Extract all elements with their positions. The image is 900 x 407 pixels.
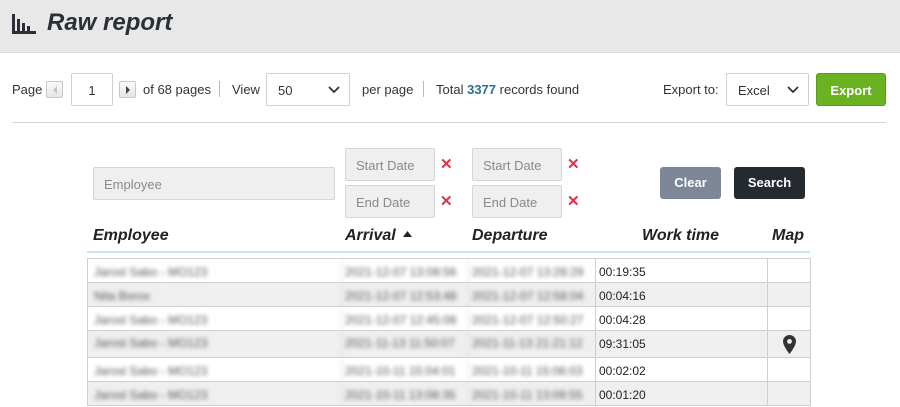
table-row[interactable]: Jarosl Sabo - MO123 2021-12-07 12:45:08 … [88,307,810,331]
work-time-cell: 00:04:28 [595,307,767,330]
end-date-input[interactable]: End Date [345,185,435,218]
chevron-down-icon [787,86,799,94]
table-row[interactable]: Jarosl Sabo - MO123 2021-10-11 15:04:01 … [88,358,810,382]
employee-cell: Jarosl Sabo - MO123 [94,336,208,350]
clear-end-date-icon[interactable]: ✕ [440,194,453,209]
table-row[interactable]: Jarosl Sabo - MO123 2021-11-13 11:50:07 … [88,331,810,358]
map-cell [767,259,810,282]
arrival-cell: 2021-12-07 13:08:56 [341,259,468,282]
map-cell [767,358,810,381]
total-prefix: Total [436,82,464,97]
page-title: Raw report [47,9,173,36]
divider [423,81,424,97]
per-page-label: per page [362,82,414,97]
header-underline [87,251,810,253]
clear-departure-end-date-icon[interactable]: ✕ [567,194,580,209]
export-button[interactable]: Export [816,73,886,106]
pagination-bar: Page 1 of 68 pages View 50 per page Tota… [12,73,888,106]
next-page-button[interactable] [119,81,136,98]
table-row[interactable]: Jarosl Sabo - MO123 2021-10-11 13:08:35 … [88,382,810,406]
work-time-cell: 00:04:16 [595,283,767,306]
employee-cell: Jarosl Sabo - MO123 [94,388,208,402]
page-number-input[interactable]: 1 [71,73,113,106]
clear-button[interactable]: Clear [660,167,721,199]
departure-end-date-input[interactable]: End Date [472,185,562,218]
clear-departure-start-date-icon[interactable]: ✕ [567,157,580,172]
column-header-arrival-label: Arrival [345,227,396,244]
previous-page-button[interactable] [46,81,63,98]
export-format-select[interactable]: Excel [726,73,809,106]
view-label: View [232,82,260,97]
arrival-cell: 2021-11-13 11:50:07 [341,331,468,357]
total-suffix: records found [499,82,580,97]
per-page-value: 50 [278,83,293,98]
departure-cell: 2021-12-07 13:28:29 [468,259,595,282]
records-table: Jarosl Sabo - MO123 2021-12-07 13:08:56 … [87,258,811,406]
page-label: Page [12,82,43,97]
arrival-cell: 2021-12-07 12:45:08 [341,307,468,330]
bar-chart-icon [12,14,36,34]
per-page-select[interactable]: 50 [266,73,350,106]
map-cell [767,331,810,357]
total-pages-label: of 68 pages [143,82,211,97]
column-header-departure[interactable]: Departure [472,227,548,245]
export-label: Export to: [663,82,719,97]
map-cell [767,283,810,306]
chevron-right-icon [126,86,130,94]
employee-cell: Jarosl Sabo - MO123 [94,313,208,327]
departure-cell: 2021-10-11 13:09:55 [468,382,595,405]
chevron-left-icon [53,86,57,94]
clear-start-date-icon[interactable]: ✕ [440,157,453,172]
employee-cell: Jarosl Sabo - MO123 [94,364,208,378]
work-time-cell: 09:31:05 [595,331,767,357]
total-records-text: Total 3377 records found [436,82,579,97]
column-header-work-time[interactable]: Work time [642,227,719,245]
departure-start-date-input[interactable]: Start Date [472,148,562,181]
work-time-cell: 00:02:02 [595,358,767,381]
table-row[interactable]: Jarosl Sabo - MO123 2021-12-07 13:08:56 … [88,259,810,283]
employee-cell: Jarosl Sabo - MO123 [94,265,208,279]
work-time-cell: 00:01:20 [595,382,767,405]
section-divider [12,122,886,123]
column-header-map: Map [772,227,804,244]
employee-cell: Nita Borox [94,289,151,303]
work-time-cell: 00:19:35 [595,259,767,282]
map-cell [767,307,810,330]
map-cell [767,382,810,405]
departure-cell: 2021-11-13 21:21:12 [468,331,595,357]
arrival-cell: 2021-10-11 15:04:01 [341,358,468,381]
sort-ascending-icon [403,231,413,237]
column-header-arrival[interactable]: Arrival [345,227,413,245]
arrival-cell: 2021-10-11 13:08:35 [341,382,468,405]
divider [219,81,220,97]
start-date-input[interactable]: Start Date [345,148,435,181]
departure-cell: 2021-12-07 12:50:27 [468,307,595,330]
chevron-down-icon [328,86,340,94]
map-pin-icon[interactable] [783,335,796,354]
departure-cell: 2021-10-11 15:06:03 [468,358,595,381]
table-row[interactable]: Nita Borox 2021-12-07 12:53:48 2021-12-0… [88,283,810,307]
arrival-cell: 2021-12-07 12:53:48 [341,283,468,306]
total-records-count: 3377 [467,82,497,97]
column-header-employee[interactable]: Employee [93,227,169,245]
export-format-value: Excel [738,83,770,98]
page-header: Raw report [0,0,900,53]
departure-cell: 2021-12-07 12:58:04 [468,283,595,306]
search-button[interactable]: Search [734,167,805,199]
employee-filter-input[interactable]: Employee [93,167,335,200]
